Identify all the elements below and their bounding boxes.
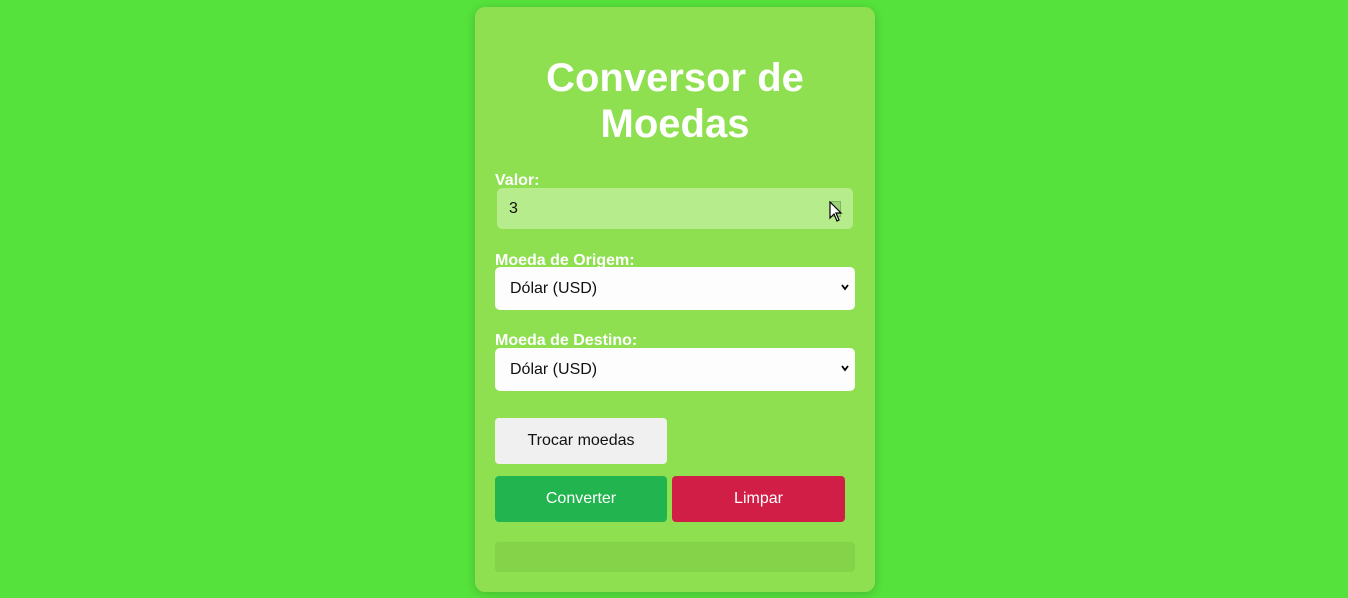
chevron-down-icon: [841, 365, 849, 372]
to-currency-select[interactable]: Dólar (USD): [495, 348, 855, 391]
chevron-down-icon: [841, 284, 849, 291]
from-currency-select[interactable]: Dólar (USD): [495, 267, 855, 310]
convert-button[interactable]: Converter: [495, 476, 667, 522]
result-box: [495, 542, 855, 572]
to-currency-value: Dólar (USD): [510, 361, 598, 378]
converter-card: Conversor de Moedas Valor: 3 Moeda de Or…: [475, 7, 875, 592]
swap-currencies-button[interactable]: Trocar moedas: [495, 418, 667, 464]
page-title: Conversor de Moedas: [546, 56, 804, 146]
from-currency-value: Dólar (USD): [510, 280, 598, 297]
value-text: 3: [509, 200, 518, 217]
cursor-icon: [829, 201, 843, 222]
value-input[interactable]: 3: [497, 188, 853, 229]
clear-button[interactable]: Limpar: [672, 476, 845, 522]
